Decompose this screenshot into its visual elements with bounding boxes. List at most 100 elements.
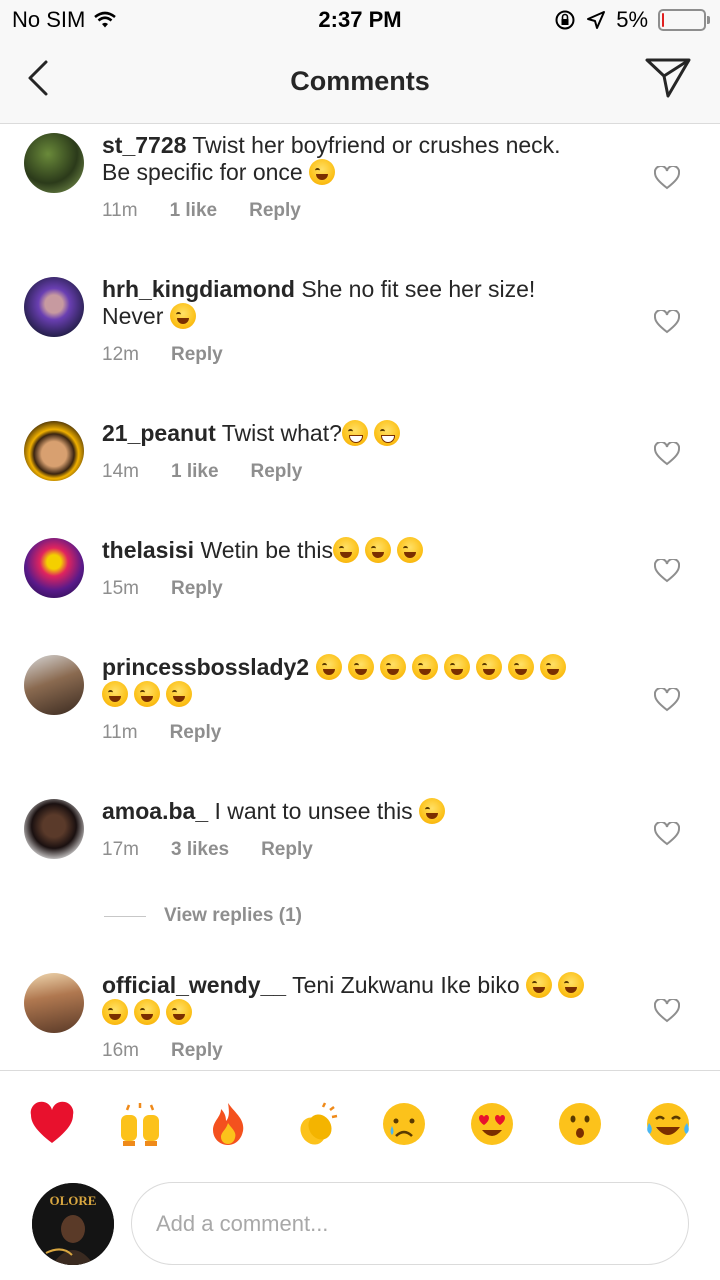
- comment-time: 17m: [102, 839, 139, 860]
- tears-of-joy-emoji: [332, 537, 359, 563]
- comment-line: Twist what?: [221, 420, 342, 446]
- heart-outline-icon[interactable]: [654, 559, 680, 583]
- comment-time: 16m: [102, 1040, 139, 1061]
- heart-outline-icon[interactable]: [654, 166, 680, 190]
- red-heart-icon[interactable]: [29, 1101, 75, 1147]
- comment-composer: OLORE: [0, 1180, 720, 1280]
- tears-of-joy-emoji: [134, 681, 160, 707]
- status-right: 5%: [554, 7, 710, 33]
- page-title: Comments: [290, 66, 430, 96]
- fire-icon[interactable]: [205, 1101, 251, 1147]
- tears-of-joy-emoji: [102, 999, 128, 1025]
- tears-of-joy-emoji: [379, 654, 406, 680]
- reply-button[interactable]: Reply: [171, 1040, 223, 1062]
- comment-time: 11m: [102, 200, 138, 221]
- grinning-face-emoji: [373, 420, 400, 446]
- view-replies-label: View replies (1): [164, 905, 302, 926]
- tears-of-joy-emoji: [396, 537, 423, 563]
- hushed-face-icon[interactable]: [557, 1101, 603, 1147]
- comment-meta: 14m 1 like Reply: [102, 461, 302, 483]
- view-replies-button[interactable]: View replies (1): [104, 905, 302, 927]
- heart-outline-icon[interactable]: [654, 999, 680, 1023]
- comment-likes[interactable]: 1 like: [170, 200, 218, 222]
- comment-time: 12m: [102, 344, 139, 365]
- comment-username[interactable]: hrh_kingdiamond: [102, 276, 295, 302]
- battery-level: [662, 13, 664, 27]
- comment-text: official_wendy__ Teni Zukwanu Ike biko: [102, 972, 622, 1026]
- tears-of-joy-emoji: [507, 654, 534, 680]
- quick-reaction-bar: [0, 1070, 720, 1180]
- comment-line: Twist her boyfriend or crushes neck.: [192, 132, 561, 158]
- profile-avatar-image: OLORE: [32, 1183, 114, 1265]
- comment-text: thelasisi Wetin be this: [102, 537, 622, 564]
- reply-button[interactable]: Reply: [261, 839, 313, 861]
- comment-meta: 12m Reply: [102, 344, 223, 366]
- comment-line: Wetin be this: [200, 537, 333, 563]
- comment-time: 14m: [102, 461, 139, 482]
- reply-button[interactable]: Reply: [171, 344, 223, 366]
- battery-percent: 5%: [616, 7, 648, 32]
- comment-meta: 15m Reply: [102, 578, 223, 600]
- tears-of-joy-emoji: [558, 972, 585, 998]
- comment-text: 21_peanut Twist what?: [102, 420, 622, 447]
- tears-of-joy-emoji: [169, 303, 196, 329]
- comment-username[interactable]: 21_peanut: [102, 420, 216, 446]
- tears-of-joy-emoji: [443, 654, 470, 680]
- comment-username[interactable]: amoa.ba_: [102, 798, 208, 824]
- clapping-hands-icon[interactable]: [293, 1101, 339, 1147]
- avatar[interactable]: [24, 655, 84, 715]
- comment-line: She no fit see her size!: [301, 276, 536, 302]
- reply-button[interactable]: Reply: [249, 200, 301, 222]
- crying-face-icon[interactable]: [381, 1101, 427, 1147]
- comment-text: hrh_kingdiamond She no fit see her size!…: [102, 276, 622, 330]
- comment-likes[interactable]: 3 likes: [171, 839, 229, 861]
- comment-line: Never: [102, 303, 164, 329]
- heart-outline-icon[interactable]: [654, 688, 680, 712]
- reply-button[interactable]: Reply: [171, 578, 223, 600]
- comment-likes[interactable]: 1 like: [171, 461, 219, 483]
- avatar-logo-text: OLORE: [50, 1193, 97, 1208]
- reply-divider-line: [104, 915, 146, 917]
- tears-of-joy-emoji: [526, 972, 553, 998]
- avatar[interactable]: [24, 973, 84, 1033]
- location-arrow-icon: [587, 11, 606, 29]
- tears-of-joy-emoji: [134, 999, 160, 1025]
- paper-plane-icon[interactable]: [644, 56, 692, 100]
- raising-hands-icon[interactable]: [117, 1101, 163, 1147]
- tears-of-joy-emoji: [315, 654, 342, 680]
- comment-input[interactable]: [131, 1182, 689, 1265]
- comment-text: st_7728 Twist her boyfriend or crushes n…: [102, 132, 622, 186]
- avatar[interactable]: [24, 277, 84, 337]
- comment-username[interactable]: st_7728: [102, 132, 186, 158]
- heart-outline-icon[interactable]: [654, 442, 680, 466]
- tears-of-joy-emoji: [102, 681, 128, 707]
- heart-outline-icon[interactable]: [654, 310, 680, 334]
- comment-time: 15m: [102, 578, 139, 599]
- tears-of-joy-emoji: [166, 999, 192, 1025]
- comment-time: 11m: [102, 722, 138, 743]
- comment-line: Teni Zukwanu Ike biko: [292, 972, 520, 998]
- tears-of-joy-emoji: [411, 654, 438, 680]
- avatar[interactable]: [24, 421, 84, 481]
- avatar[interactable]: [24, 133, 84, 193]
- comment-username[interactable]: official_wendy__: [102, 972, 286, 998]
- tears-of-joy-emoji: [539, 654, 566, 680]
- comment-username[interactable]: thelasisi: [102, 537, 194, 563]
- comment-username[interactable]: princessbosslady2: [102, 654, 309, 680]
- comment-list[interactable]: st_7728 Twist her boyfriend or crushes n…: [0, 125, 720, 1070]
- avatar[interactable]: [24, 538, 84, 598]
- tears-of-joy-emoji: [166, 681, 192, 707]
- reply-button[interactable]: Reply: [251, 461, 303, 483]
- heart-eyes-icon[interactable]: [469, 1101, 515, 1147]
- comment-meta: 11m 1 like Reply: [102, 200, 301, 222]
- reply-button[interactable]: Reply: [170, 722, 222, 744]
- heart-outline-icon[interactable]: [654, 822, 680, 846]
- comment-meta: 16m Reply: [102, 1040, 223, 1062]
- tears-of-joy-icon[interactable]: [645, 1101, 691, 1147]
- nav-header: Comments: [0, 40, 720, 124]
- battery-icon: [658, 9, 710, 31]
- avatar[interactable]: OLORE: [32, 1183, 114, 1265]
- comment-meta: 17m 3 likes Reply: [102, 839, 313, 861]
- comment-text: princessbosslady2: [102, 654, 622, 708]
- avatar[interactable]: [24, 799, 84, 859]
